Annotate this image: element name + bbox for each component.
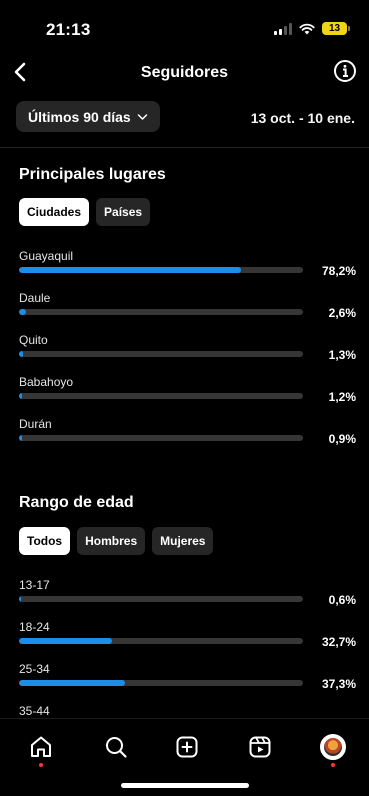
bar-track (19, 309, 303, 315)
date-range-dropdown[interactable]: Últimos 90 días (16, 101, 160, 132)
notification-dot (39, 763, 43, 767)
page-title: Seguidores (140, 64, 229, 81)
bar-fill (19, 596, 21, 602)
bar-track (19, 596, 303, 602)
bar-track (19, 267, 303, 273)
places-tabs: Ciudades Países (19, 198, 151, 226)
bar-track (19, 351, 303, 357)
status-time: 21:13 (46, 20, 91, 39)
list-item: 18-24 32,7% (19, 620, 356, 660)
bar-value: 2,6% (328, 306, 356, 320)
create-icon[interactable] (174, 734, 200, 760)
bar-label: Quito (19, 333, 48, 347)
bar-label: 13-17 (19, 578, 50, 592)
list-item: 13-17 0,6% (19, 578, 356, 618)
list-item: 25-34 37,3% (19, 662, 356, 702)
date-range-label: Últimos 90 días (28, 108, 131, 125)
bar-label: Durán (19, 417, 52, 431)
chevron-down-icon (137, 113, 147, 120)
bar-label: Babahoyo (19, 375, 74, 389)
bottom-tab-bar (0, 718, 369, 796)
home-indicator (121, 783, 249, 788)
reels-icon[interactable] (247, 734, 273, 760)
wifi-icon (299, 23, 315, 35)
bar-track (19, 680, 303, 686)
age-section-title: Rango de edad (19, 494, 134, 511)
battery-icon: 13 (322, 22, 350, 35)
home-icon[interactable] (28, 734, 54, 760)
bar-value: 37,3% (321, 677, 356, 691)
bar-fill (19, 435, 22, 441)
bar-value: 1,2% (328, 390, 356, 404)
list-item: Guayaquil 78,2% (19, 249, 356, 289)
bar-fill (19, 680, 125, 686)
tab-paises[interactable]: Países (96, 198, 151, 226)
tab-hombres[interactable]: Hombres (77, 527, 146, 555)
tab-ciudades[interactable]: Ciudades (19, 198, 90, 226)
bar-label: Daule (19, 291, 51, 305)
list-item: Quito 1,3% (19, 333, 356, 373)
status-bar: 21:13 13 (0, 0, 369, 50)
bar-fill (19, 267, 242, 273)
bar-track (19, 638, 303, 644)
profile-avatar[interactable] (320, 734, 346, 760)
tab-mujeres[interactable]: Mujeres (152, 527, 214, 555)
bar-value: 78,2% (321, 264, 356, 278)
list-item: Durán 0,9% (19, 417, 356, 457)
bar-label: 25-34 (19, 662, 50, 676)
bar-label: 18-24 (19, 620, 50, 634)
notification-dot (331, 763, 335, 767)
bar-fill (19, 638, 112, 644)
date-range-dates: 13 oct. - 10 ene. (250, 110, 355, 126)
list-item: Daule 2,6% (19, 291, 356, 331)
tab-todos[interactable]: Todos (19, 527, 71, 555)
bar-fill (19, 309, 27, 315)
bar-fill (19, 351, 23, 357)
bar-value: 0,9% (328, 432, 356, 446)
avatar (320, 734, 346, 760)
bar-track (19, 435, 303, 441)
bar-fill (19, 393, 23, 399)
bar-value: 1,3% (328, 348, 356, 362)
bar-value: 0,6% (328, 593, 356, 607)
search-icon[interactable] (103, 734, 129, 760)
bar-track (19, 393, 303, 399)
date-range-row: Últimos 90 días 13 oct. - 10 ene. (16, 101, 357, 133)
status-icons: 13 (274, 22, 350, 35)
bar-value: 32,7% (321, 635, 356, 649)
divider (0, 147, 369, 148)
nav-header: Seguidores (0, 50, 369, 94)
signal-icon (274, 22, 292, 35)
info-icon[interactable] (333, 59, 357, 83)
bar-label: 35-44 (19, 704, 50, 718)
age-tabs: Todos Hombres Mujeres (19, 527, 214, 555)
places-section-title: Principales lugares (19, 166, 166, 183)
list-item: Babahoyo 1,2% (19, 375, 356, 415)
bar-label: Guayaquil (19, 249, 74, 263)
